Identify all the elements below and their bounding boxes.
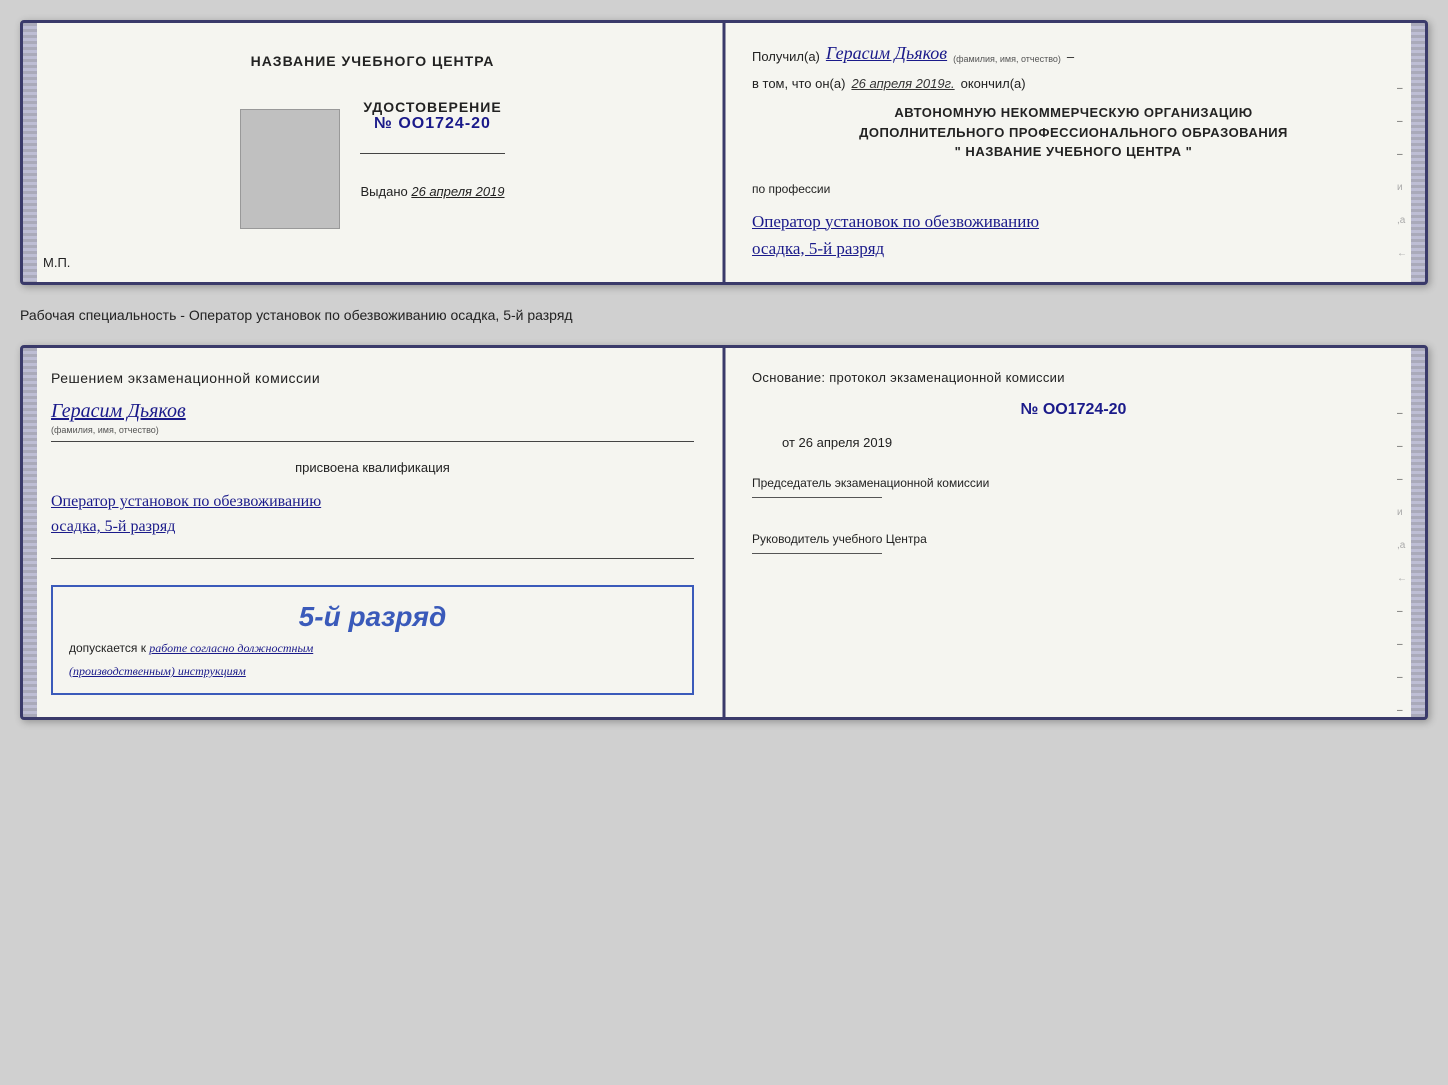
dash-1: – <box>1067 49 1074 64</box>
bottom-profession-1: Оператор установок по обезвоживанию <box>51 489 694 515</box>
right-spine-deco <box>1411 23 1425 282</box>
bottom-document: Решением экзаменационной комиссии Гераси… <box>20 345 1428 720</box>
bottom-name-handwritten: Герасим Дьяков <box>51 400 694 423</box>
protocol-number: № OO1724-20 <box>752 401 1395 419</box>
predsedatel-sigline <box>752 497 882 498</box>
mp-label: М.П. <box>43 255 70 270</box>
rukovoditel-sigline <box>752 553 882 554</box>
vtom-line: в том, что он(а) 26 апреля 2019г. окончи… <box>752 76 1395 91</box>
bottom-name-sublabel: (фамилия, имя, отчество) <box>51 425 694 435</box>
bottom-doc-left: Решением экзаменационной комиссии Гераси… <box>23 348 722 717</box>
description-line: Рабочая специальность - Оператор установ… <box>20 303 1428 327</box>
okonchil-label: окончил(а) <box>961 76 1026 91</box>
vtom-label: в том, что он(а) <box>752 76 845 91</box>
predsedatel-label: Председатель экзаменационной комиссии <box>752 474 1395 493</box>
recipient-name: Герасим Дьяков <box>826 43 947 64</box>
rukovoditel-block: Руководитель учебного Центра <box>752 530 1395 554</box>
udostoverenie-label: УДОСТОВЕРЕНИЕ <box>363 99 501 115</box>
vydano-date: 26 апреля 2019 <box>411 184 504 199</box>
poluchil-label: Получил(а) <box>752 49 820 64</box>
profession-block: Оператор установок по обезвоживанию осад… <box>752 208 1395 262</box>
resheniem-text: Решением экзаменационной комиссии <box>51 370 694 386</box>
photo-placeholder <box>240 109 340 229</box>
dopuskaetsya-label: допускается к <box>69 641 146 655</box>
name-separator <box>51 441 694 442</box>
predsedatel-block: Председатель экзаменационной комиссии <box>752 474 1395 498</box>
poluchil-line: Получил(а) Герасим Дьяков (фамилия, имя,… <box>752 43 1395 64</box>
vtom-date: 26 апреля 2019г. <box>851 76 954 91</box>
org-block: АВТОНОМНУЮ НЕКОММЕРЧЕСКУЮ ОРГАНИЗАЦИЮ ДО… <box>752 103 1395 162</box>
dopusk-line2: (производственным) инструкциям <box>69 664 676 679</box>
org-line1: АВТОНОМНУЮ НЕКОММЕРЧЕСКУЮ ОРГАНИЗАЦИЮ <box>752 103 1395 123</box>
prisvoena-text: присвоена квалификация <box>51 460 694 475</box>
bottom-profession-2: осадка, 5-й разряд <box>51 514 694 540</box>
stamp-rank: 5-й разряд <box>69 601 676 633</box>
profession-handwritten-2: осадка, 5-й разряд <box>752 235 1395 262</box>
osnovanie-text: Основание: протокол экзаменационной коми… <box>752 370 1395 385</box>
rukovoditel-label: Руководитель учебного Центра <box>752 530 1395 549</box>
side-marks: – – – и ,а ← – – – – – <box>1397 83 1407 285</box>
separator-1 <box>360 153 504 154</box>
name-sublabel: (фамилия, имя, отчество) <box>953 54 1061 64</box>
dopusk-handwritten-2: (производственным) инструкциям <box>69 664 246 678</box>
ot-date: от 26 апреля 2019 <box>752 435 1395 450</box>
udostoverenie-block: УДОСТОВЕРЕНИЕ № OO1724-20 <box>363 99 501 133</box>
bottom-profession-block: Оператор установок по обезвоживанию осад… <box>51 489 694 540</box>
separator-2 <box>51 558 694 559</box>
top-document: НАЗВАНИЕ УЧЕБНОГО ЦЕНТРА УДОСТОВЕРЕНИЕ №… <box>20 20 1428 285</box>
bottom-doc-right: Основание: протокол экзаменационной коми… <box>722 348 1425 717</box>
org-line2: ДОПОЛНИТЕЛЬНОГО ПРОФЕССИОНАЛЬНОГО ОБРАЗО… <box>752 123 1395 143</box>
org-line3: " НАЗВАНИЕ УЧЕБНОГО ЦЕНТРА " <box>752 142 1395 162</box>
ot-label: от <box>782 435 795 450</box>
stamp-box: 5-й разряд допускается к работе согласно… <box>51 585 694 695</box>
top-doc-left: НАЗВАНИЕ УЧЕБНОГО ЦЕНТРА УДОСТОВЕРЕНИЕ №… <box>23 23 722 282</box>
ot-date-value: 26 апреля 2019 <box>799 435 893 450</box>
name-handwritten-block: Герасим Дьяков (фамилия, имя, отчество) <box>51 400 694 446</box>
vydano-label: Выдано <box>360 184 407 199</box>
po-professii: по профессии <box>752 182 1395 196</box>
vydano-block: Выдано 26 апреля 2019 <box>360 184 504 199</box>
bottom-right-spine-deco <box>1411 348 1425 717</box>
dopusk-handwritten-1: работе согласно должностным <box>149 641 313 655</box>
page-container: НАЗВАНИЕ УЧЕБНОГО ЦЕНТРА УДОСТОВЕРЕНИЕ №… <box>20 20 1428 720</box>
bottom-side-marks: – – – и ,а ← – – – – – <box>1397 408 1407 720</box>
udostoverenie-number: № OO1724-20 <box>363 115 501 133</box>
top-left-title: НАЗВАНИЕ УЧЕБНОГО ЦЕНТРА <box>251 53 495 69</box>
profession-handwritten-1: Оператор установок по обезвоживанию <box>752 208 1395 235</box>
dopuskaetsya-text: допускается к работе согласно должностны… <box>69 641 676 656</box>
top-doc-right: Получил(а) Герасим Дьяков (фамилия, имя,… <box>722 23 1425 282</box>
